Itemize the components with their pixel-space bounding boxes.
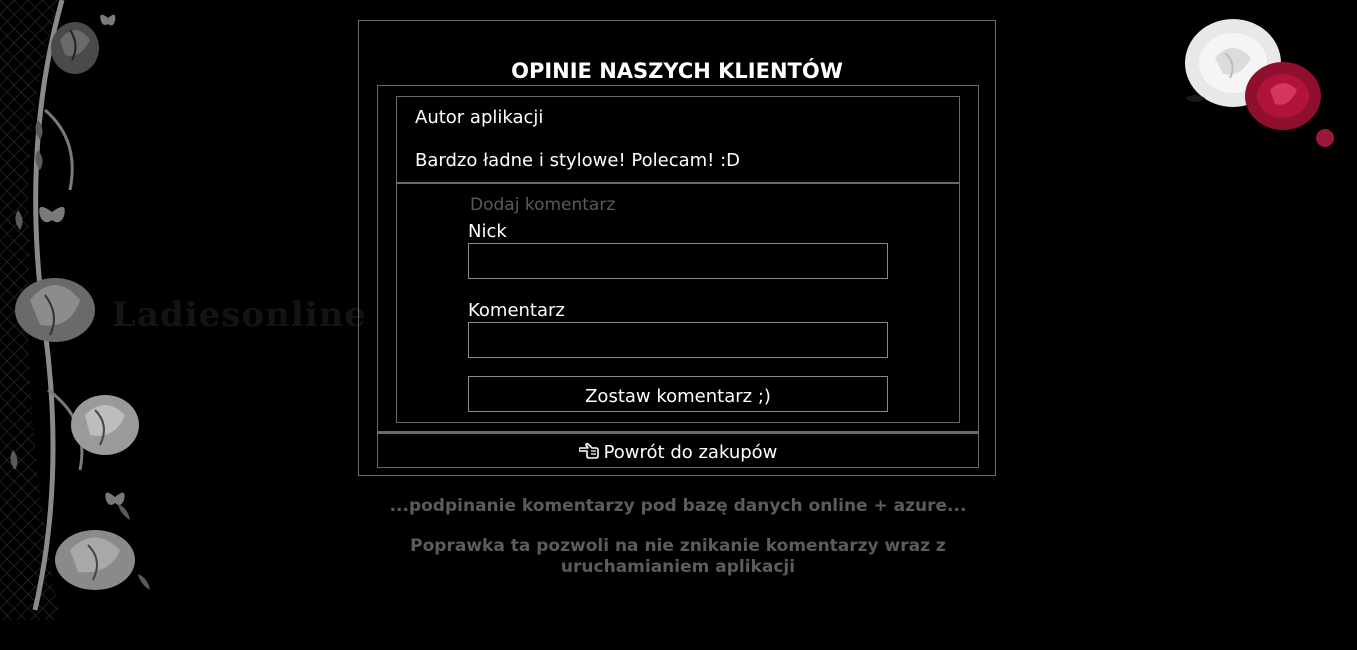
submit-comment-button[interactable]: Zostaw komentarz ;) [468,376,888,412]
hand-pointing-left-icon [578,442,599,459]
comment-author: Autor aplikacji [415,107,544,128]
add-comment-form: Dodaj komentarz Nick Komentarz Zostaw ko… [396,184,960,423]
nick-input[interactable] [468,243,888,279]
form-legend: Dodaj komentarz [470,195,616,215]
rose-bottom-icon [55,530,135,590]
rose-lower-icon [71,395,139,455]
red-rose-icon [1245,62,1321,130]
rosebud-icon [1316,129,1334,147]
watermark-text: Ladiesonline [112,295,367,335]
roses-decoration-right [1185,19,1334,147]
note-line-1: ...podpinanie komentarzy pod bazę danych… [389,496,967,516]
comment-label: Komentarz [468,300,565,321]
comment-input[interactable] [468,322,888,358]
back-label: Powrót do zakupów [603,442,778,463]
comment-card: Autor aplikacji Bardzo ładne i stylowe! … [396,96,960,184]
page: Ladiesonline OPINIE NASZYCH KLIENTÓW Aut… [0,0,1357,650]
note-line-2: Poprawka ta pozwoli na nie znikanie kome… [410,536,946,577]
rose-middle-icon [15,278,95,342]
reviews-container: Autor aplikacji Bardzo ładne i stylowe! … [377,85,979,432]
nick-label: Nick [468,221,507,242]
comment-text: Bardzo ładne i stylowe! Polecam! :D [415,150,741,171]
page-title: OPINIE NASZYCH KLIENTÓW [511,59,843,83]
reviews-panel: OPINIE NASZYCH KLIENTÓW Autor aplikacji … [358,20,996,476]
rose-top-icon [51,22,99,74]
back-to-shopping-button[interactable]: Powrót do zakupów [377,432,979,468]
